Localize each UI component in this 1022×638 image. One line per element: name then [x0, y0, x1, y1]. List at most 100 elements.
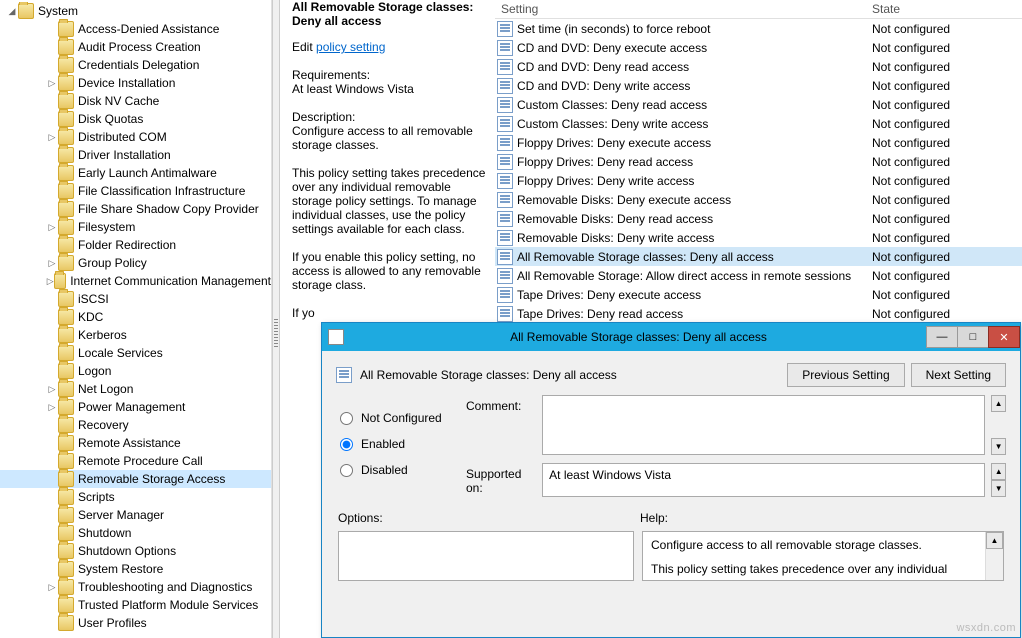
tree-item[interactable]: Disk NV Cache — [0, 92, 271, 110]
previous-setting-button[interactable]: Previous Setting — [787, 363, 904, 387]
expander-icon[interactable]: ▷ — [46, 402, 58, 413]
tree-item[interactable]: KDC — [0, 308, 271, 326]
column-state[interactable]: State — [872, 2, 1022, 16]
tree-item[interactable]: Shutdown — [0, 524, 271, 542]
setting-row[interactable]: All Removable Storage classes: Deny all … — [495, 247, 1022, 266]
expander-icon[interactable]: ▷ — [46, 258, 58, 269]
folder-icon — [58, 561, 74, 577]
expander-icon[interactable]: ▷ — [46, 78, 58, 89]
setting-row[interactable]: Set time (in seconds) to force rebootNot… — [495, 19, 1022, 38]
policy-icon — [497, 78, 513, 94]
splitter[interactable] — [272, 0, 280, 638]
tree-item[interactable]: ▷Group Policy — [0, 254, 271, 272]
tree-item[interactable]: Kerberos — [0, 326, 271, 344]
tree-item[interactable]: Logon — [0, 362, 271, 380]
tree-item[interactable]: Remote Assistance — [0, 434, 271, 452]
setting-state: Not configured — [872, 98, 1022, 112]
expander-icon[interactable]: ▷ — [46, 384, 58, 395]
close-button[interactable]: ✕ — [988, 326, 1020, 348]
tree-item[interactable]: Disk Quotas — [0, 110, 271, 128]
policy-dialog: All Removable Storage classes: Deny all … — [321, 322, 1021, 638]
tree-item[interactable]: Credentials Delegation — [0, 56, 271, 74]
tree-item[interactable]: Removable Storage Access — [0, 470, 271, 488]
tree-item[interactable]: Trusted Platform Module Services — [0, 596, 271, 614]
edit-policy-link[interactable]: policy setting — [316, 40, 385, 54]
tree-item-label: Disk NV Cache — [78, 94, 159, 108]
expander-icon[interactable]: ▷ — [46, 276, 54, 287]
tree-item[interactable]: File Classification Infrastructure — [0, 182, 271, 200]
tree-item[interactable]: System Restore — [0, 560, 271, 578]
scroll-up-icon[interactable]: ▲ — [991, 463, 1006, 480]
tree-item[interactable]: ▷Filesystem — [0, 218, 271, 236]
setting-row[interactable]: CD and DVD: Deny write accessNot configu… — [495, 76, 1022, 95]
setting-row[interactable]: CD and DVD: Deny read accessNot configur… — [495, 57, 1022, 76]
setting-row[interactable]: Removable Disks: Deny write accessNot co… — [495, 228, 1022, 247]
radio-enabled[interactable]: Enabled — [340, 431, 456, 457]
setting-state: Not configured — [872, 174, 1022, 188]
scroll-down-icon[interactable]: ▼ — [991, 480, 1006, 497]
setting-row[interactable]: All Removable Storage: Allow direct acce… — [495, 266, 1022, 285]
radio-not-configured[interactable]: Not Configured — [340, 405, 456, 431]
tree-item[interactable]: File Share Shadow Copy Provider — [0, 200, 271, 218]
tree-item-label: Net Logon — [78, 382, 133, 396]
expander-icon[interactable]: ▷ — [46, 132, 58, 143]
tree-root[interactable]: ◢ System — [0, 2, 271, 20]
tree-item[interactable]: Server Manager — [0, 506, 271, 524]
tree-item[interactable]: ▷Internet Communication Management — [0, 272, 271, 290]
setting-row[interactable]: Floppy Drives: Deny write accessNot conf… — [495, 171, 1022, 190]
tree-item-label: Troubleshooting and Diagnostics — [78, 580, 252, 594]
expander-icon[interactable]: ▷ — [46, 222, 58, 233]
tree-item-label: Remote Procedure Call — [78, 454, 203, 468]
comment-label: Comment: — [466, 395, 536, 455]
tree-item[interactable]: Access-Denied Assistance — [0, 20, 271, 38]
radio-disabled[interactable]: Disabled — [340, 457, 456, 483]
tree-item[interactable]: iSCSI — [0, 290, 271, 308]
maximize-button[interactable]: □ — [957, 326, 989, 348]
policy-icon — [497, 173, 513, 189]
tree-item[interactable]: Locale Services — [0, 344, 271, 362]
setting-name: Removable Disks: Deny execute access — [517, 193, 872, 207]
tree-item[interactable]: Driver Installation — [0, 146, 271, 164]
scroll-up-icon[interactable]: ▲ — [986, 532, 1003, 549]
requirements-value: At least Windows Vista — [292, 82, 487, 96]
next-setting-button[interactable]: Next Setting — [911, 363, 1006, 387]
comment-field[interactable] — [542, 395, 985, 455]
setting-row[interactable]: Floppy Drives: Deny execute accessNot co… — [495, 133, 1022, 152]
column-setting[interactable]: Setting — [495, 2, 872, 16]
expander-icon[interactable]: ◢ — [6, 6, 18, 17]
help-label: Help: — [640, 511, 1006, 525]
scroll-down-icon[interactable]: ▼ — [991, 438, 1006, 455]
setting-row[interactable]: Custom Classes: Deny read accessNot conf… — [495, 95, 1022, 114]
tree-item[interactable]: ▷Device Installation — [0, 74, 271, 92]
tree-item[interactable]: ▷ Troubleshooting and Diagnostics — [0, 578, 271, 596]
tree-item[interactable]: Early Launch Antimalware — [0, 164, 271, 182]
setting-row[interactable]: Tape Drives: Deny read accessNot configu… — [495, 304, 1022, 323]
setting-name: Set time (in seconds) to force reboot — [517, 22, 872, 36]
minimize-button[interactable]: — — [926, 326, 958, 348]
expander-icon[interactable]: ▷ — [46, 582, 58, 593]
setting-name: Removable Disks: Deny write access — [517, 231, 872, 245]
setting-row[interactable]: CD and DVD: Deny execute accessNot confi… — [495, 38, 1022, 57]
tree-item[interactable]: ▷Distributed COM — [0, 128, 271, 146]
tree-item[interactable]: Shutdown Options — [0, 542, 271, 560]
setting-row[interactable]: Removable Disks: Deny read accessNot con… — [495, 209, 1022, 228]
tree-item[interactable]: ▷ Net Logon — [0, 380, 271, 398]
tree-item-label: Recovery — [78, 418, 129, 432]
tree-item[interactable]: Scripts — [0, 488, 271, 506]
setting-name: CD and DVD: Deny read access — [517, 60, 872, 74]
setting-row[interactable]: Custom Classes: Deny write accessNot con… — [495, 114, 1022, 133]
setting-row[interactable]: Floppy Drives: Deny read accessNot confi… — [495, 152, 1022, 171]
description-p3: If you enable this policy setting, no ac… — [292, 250, 487, 292]
setting-row[interactable]: Removable Disks: Deny execute accessNot … — [495, 190, 1022, 209]
folder-icon — [58, 309, 74, 325]
setting-row[interactable]: Tape Drives: Deny execute accessNot conf… — [495, 285, 1022, 304]
tree-item[interactable]: Audit Process Creation — [0, 38, 271, 56]
tree-item[interactable]: Remote Procedure Call — [0, 452, 271, 470]
tree-item[interactable]: User Profiles — [0, 614, 271, 632]
dialog-titlebar[interactable]: All Removable Storage classes: Deny all … — [322, 323, 1020, 351]
tree-item[interactable]: Folder Redirection — [0, 236, 271, 254]
tree-item[interactable]: Recovery — [0, 416, 271, 434]
tree-item[interactable]: ▷Power Management — [0, 398, 271, 416]
scroll-up-icon[interactable]: ▲ — [991, 395, 1006, 412]
options-box — [338, 531, 634, 581]
